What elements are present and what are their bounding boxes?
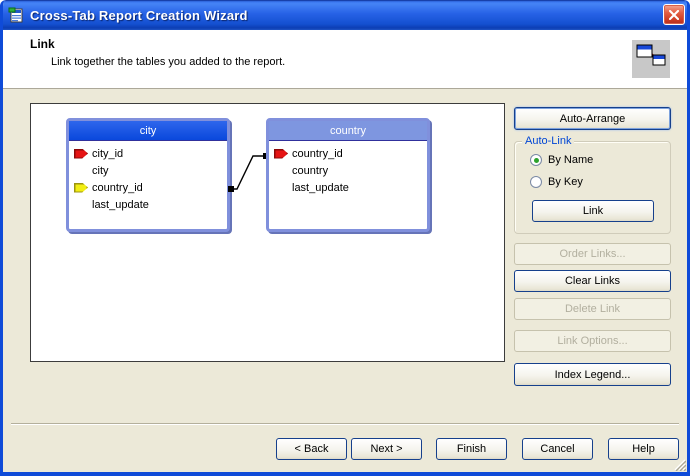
index-key-icon <box>74 183 88 193</box>
index-key-icon <box>74 149 88 159</box>
field-name: country <box>292 165 328 177</box>
report-document-icon <box>8 7 24 23</box>
step-description: Link together the tables you added to th… <box>51 56 285 68</box>
finish-button[interactable]: Finish <box>436 438 507 460</box>
step-title: Link <box>30 37 55 51</box>
field-name: country_id <box>292 148 343 160</box>
link-options-button[interactable]: Link Options... <box>514 330 671 352</box>
field-name: country_id <box>92 182 143 194</box>
index-legend-button[interactable]: Index Legend... <box>514 363 671 386</box>
index-key-icon <box>274 149 288 159</box>
next-button[interactable]: Next > <box>351 438 422 460</box>
field-row[interactable]: city_id <box>69 145 227 162</box>
field-row[interactable]: country_id <box>269 145 427 162</box>
radio-by-name-label: By Name <box>548 154 593 166</box>
clear-links-button[interactable]: Clear Links <box>514 270 671 292</box>
close-button[interactable] <box>663 4 685 25</box>
table-country[interactable]: country country_id country last_update <box>266 118 430 232</box>
window-title: Cross-Tab Report Creation Wizard <box>30 8 248 23</box>
title-bar[interactable]: Cross-Tab Report Creation Wizard <box>0 0 690 30</box>
field-row[interactable]: country_id <box>69 179 227 196</box>
field-name: city_id <box>92 148 123 160</box>
field-row[interactable]: city <box>69 162 227 179</box>
cancel-button[interactable]: Cancel <box>522 438 593 460</box>
radio-icon <box>530 154 542 166</box>
table-country-fields: country_id country last_update <box>269 141 427 196</box>
resize-grip[interactable] <box>672 457 686 471</box>
link-button[interactable]: Link <box>532 200 654 222</box>
wizard-dialog: Cross-Tab Report Creation Wizard Link Li… <box>0 0 690 476</box>
table-city-title[interactable]: city <box>69 121 227 141</box>
radio-by-name[interactable]: By Name <box>530 154 593 166</box>
link-tables-icon <box>632 40 670 78</box>
table-country-title[interactable]: country <box>269 121 427 141</box>
field-row[interactable]: country <box>269 162 427 179</box>
auto-arrange-button[interactable]: Auto-Arrange <box>514 107 671 130</box>
table-city-fields: city_id city country_id last_update <box>69 141 227 213</box>
back-button[interactable]: < Back <box>276 438 347 460</box>
delete-link-button[interactable]: Delete Link <box>514 298 671 320</box>
radio-by-key[interactable]: By Key <box>530 176 583 188</box>
auto-link-group-label: Auto-Link <box>522 135 574 147</box>
radio-by-key-label: By Key <box>548 176 583 188</box>
field-name: last_update <box>92 199 149 211</box>
link-diagram-panel[interactable]: city city_id city country_id last_update <box>30 103 505 362</box>
close-icon <box>669 10 679 20</box>
help-button[interactable]: Help <box>608 438 679 460</box>
wizard-step-header: Link Link together the tables you added … <box>0 30 690 89</box>
footer-separator <box>11 423 679 425</box>
field-name: city <box>92 165 109 177</box>
radio-icon <box>530 176 542 188</box>
field-row[interactable]: last_update <box>69 196 227 213</box>
field-name: last_update <box>292 182 349 194</box>
field-row[interactable]: last_update <box>269 179 427 196</box>
order-links-button[interactable]: Order Links... <box>514 243 671 265</box>
table-city[interactable]: city city_id city country_id last_update <box>66 118 230 232</box>
